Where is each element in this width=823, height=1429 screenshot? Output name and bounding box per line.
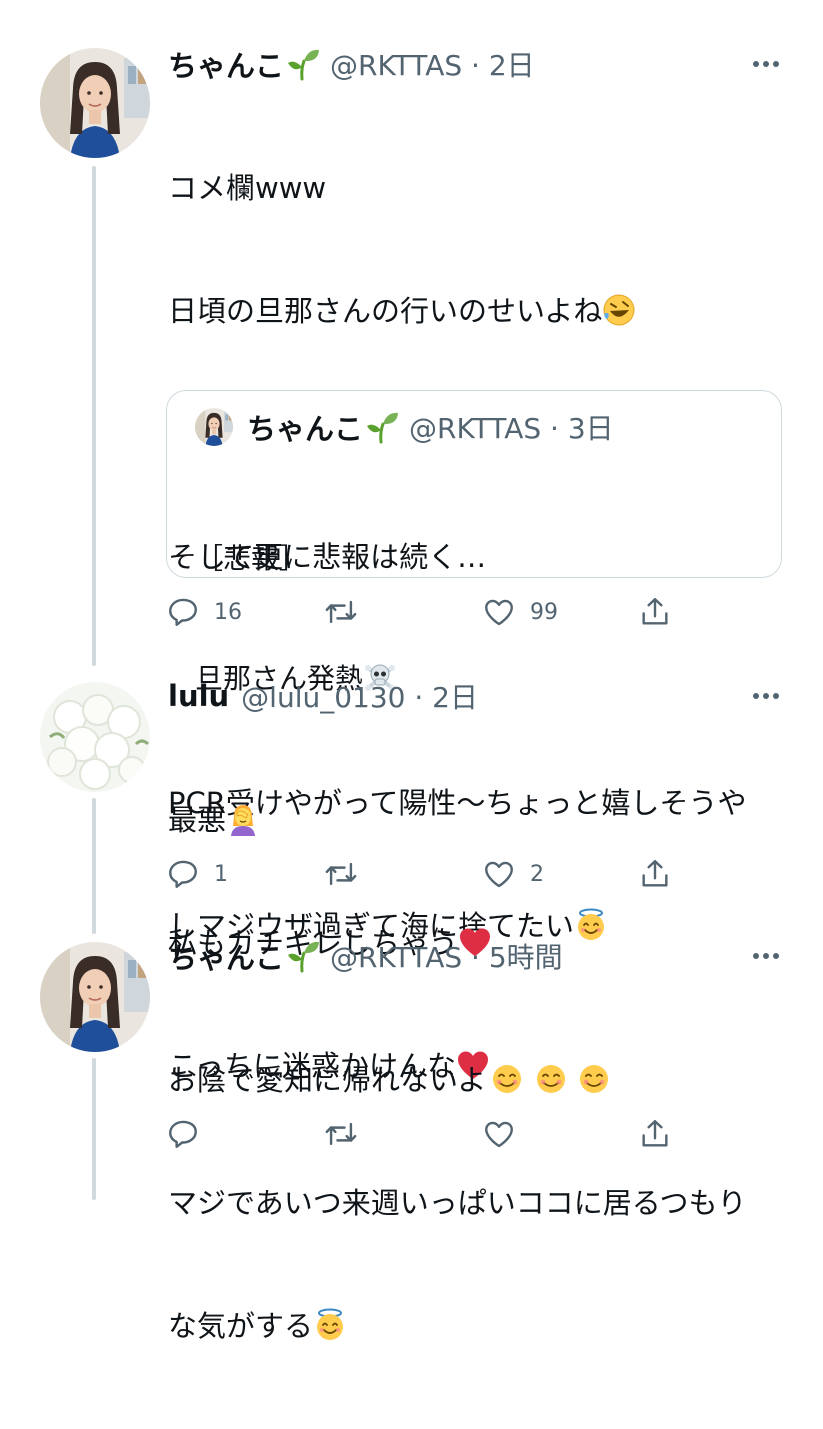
retweet-icon — [324, 857, 358, 891]
sprout-emoji-icon — [286, 47, 320, 81]
sprout-emoji-icon — [286, 939, 320, 973]
more-icon[interactable] — [749, 936, 779, 976]
heart-icon — [482, 857, 516, 891]
heart-icon — [482, 595, 516, 629]
facepalm-emoji-icon — [226, 802, 260, 836]
avatar[interactable] — [40, 942, 150, 1052]
handle-and-time[interactable]: @RKTTAS · 2日 — [330, 44, 535, 84]
tweet-header: ちゃんこ @RKTTAS · 2日 — [168, 44, 535, 84]
display-name[interactable]: ちゃんこ — [168, 935, 284, 977]
thread-line — [92, 798, 96, 934]
display-name[interactable]: lulu — [168, 679, 229, 713]
quoted-tweet-header: ちゃんこ @RKTTAS · 3日 — [195, 407, 614, 447]
text-line: コメ欄www — [168, 171, 327, 205]
smiling-emoji-icon — [534, 1062, 568, 1096]
retweet-button[interactable] — [324, 854, 372, 894]
text-line: な気がする — [168, 1306, 788, 1347]
smiling-emoji-icon — [490, 1062, 524, 1096]
reply-icon — [166, 1117, 200, 1151]
reply-icon — [166, 857, 200, 891]
retweet-button[interactable] — [324, 592, 372, 632]
tweet-2[interactable]: lulu @lulu_0130 · 2日 最悪 私もガチギレしちゃう こっちに迷… — [0, 674, 823, 1083]
share-icon — [638, 857, 672, 891]
quoted-tweet[interactable]: ちゃんこ @RKTTAS · 3日 ［悲報］ 旦那さん発熱 — [166, 390, 782, 695]
reply-count: 16 — [214, 599, 242, 625]
tweet-actions — [166, 1114, 686, 1154]
heart-icon — [482, 1117, 516, 1151]
tweet-actions: 16 99 — [166, 592, 686, 632]
share-icon — [638, 1117, 672, 1151]
quoted-avatar — [195, 408, 233, 446]
like-count: 99 — [530, 599, 558, 625]
text-line: 日頃の旦那さんの行いのせいよね — [168, 291, 788, 332]
tweet-3[interactable]: ちゃんこ @RKTTAS · 5時間 お陰で愛知に帰れないよ マジであいつ来週い… — [0, 934, 823, 1343]
text-line: お陰で愛知に帰れないよ — [168, 1060, 788, 1101]
text-line: 最悪 — [168, 800, 788, 841]
tweet-text: お陰で愛知に帰れないよ マジであいつ来週いっぱいココに居るつもり な気がする — [168, 978, 788, 1429]
share-button[interactable] — [638, 1114, 672, 1154]
rolling-laughing-emoji-icon — [602, 293, 636, 327]
like-button[interactable] — [482, 1114, 530, 1154]
display-name[interactable]: ちゃんこ — [168, 43, 284, 85]
quoted-display-name: ちゃんこ — [247, 412, 364, 446]
text-line: ［悲報］ — [195, 542, 308, 575]
more-icon[interactable] — [749, 44, 779, 84]
handle-and-time[interactable]: @lulu_0130 · 2日 — [241, 676, 478, 716]
reply-button[interactable]: 16 — [166, 592, 242, 632]
reply-count: 1 — [214, 861, 228, 887]
tweet-1[interactable]: ちゃんこ @RKTTAS · 2日 コメ欄www 日頃の旦那さんの行いのせいよね… — [0, 0, 823, 943]
thread-line — [92, 1058, 96, 1200]
share-button[interactable] — [638, 854, 672, 894]
tweet-header: ちゃんこ @RKTTAS · 5時間 — [168, 936, 563, 976]
like-button[interactable]: 99 — [482, 592, 558, 632]
like-count: 2 — [530, 861, 544, 887]
tweet-actions: 1 2 — [166, 854, 686, 894]
reply-button[interactable] — [166, 1114, 214, 1154]
avatar[interactable] — [40, 48, 150, 158]
like-button[interactable]: 2 — [482, 854, 544, 894]
share-button[interactable] — [638, 592, 672, 632]
halo-smile-emoji-icon — [313, 1308, 347, 1342]
reply-button[interactable]: 1 — [166, 854, 228, 894]
quoted-handle-and-time: @RKTTAS · 3日 — [409, 412, 614, 445]
retweet-button[interactable] — [324, 1114, 372, 1154]
text-line: マジであいつ来週いっぱいココに居るつもり — [168, 1186, 747, 1220]
smiling-emoji-icon — [577, 1062, 611, 1096]
tweet-header: lulu @lulu_0130 · 2日 — [168, 676, 478, 716]
reply-icon — [166, 595, 200, 629]
handle-and-time[interactable]: @RKTTAS · 5時間 — [330, 936, 563, 976]
retweet-icon — [324, 1117, 358, 1151]
sprout-emoji-icon — [365, 410, 399, 444]
more-icon[interactable] — [749, 676, 779, 716]
avatar[interactable] — [40, 682, 150, 792]
retweet-icon — [324, 595, 358, 629]
thread-line — [92, 166, 96, 666]
share-icon — [638, 595, 672, 629]
